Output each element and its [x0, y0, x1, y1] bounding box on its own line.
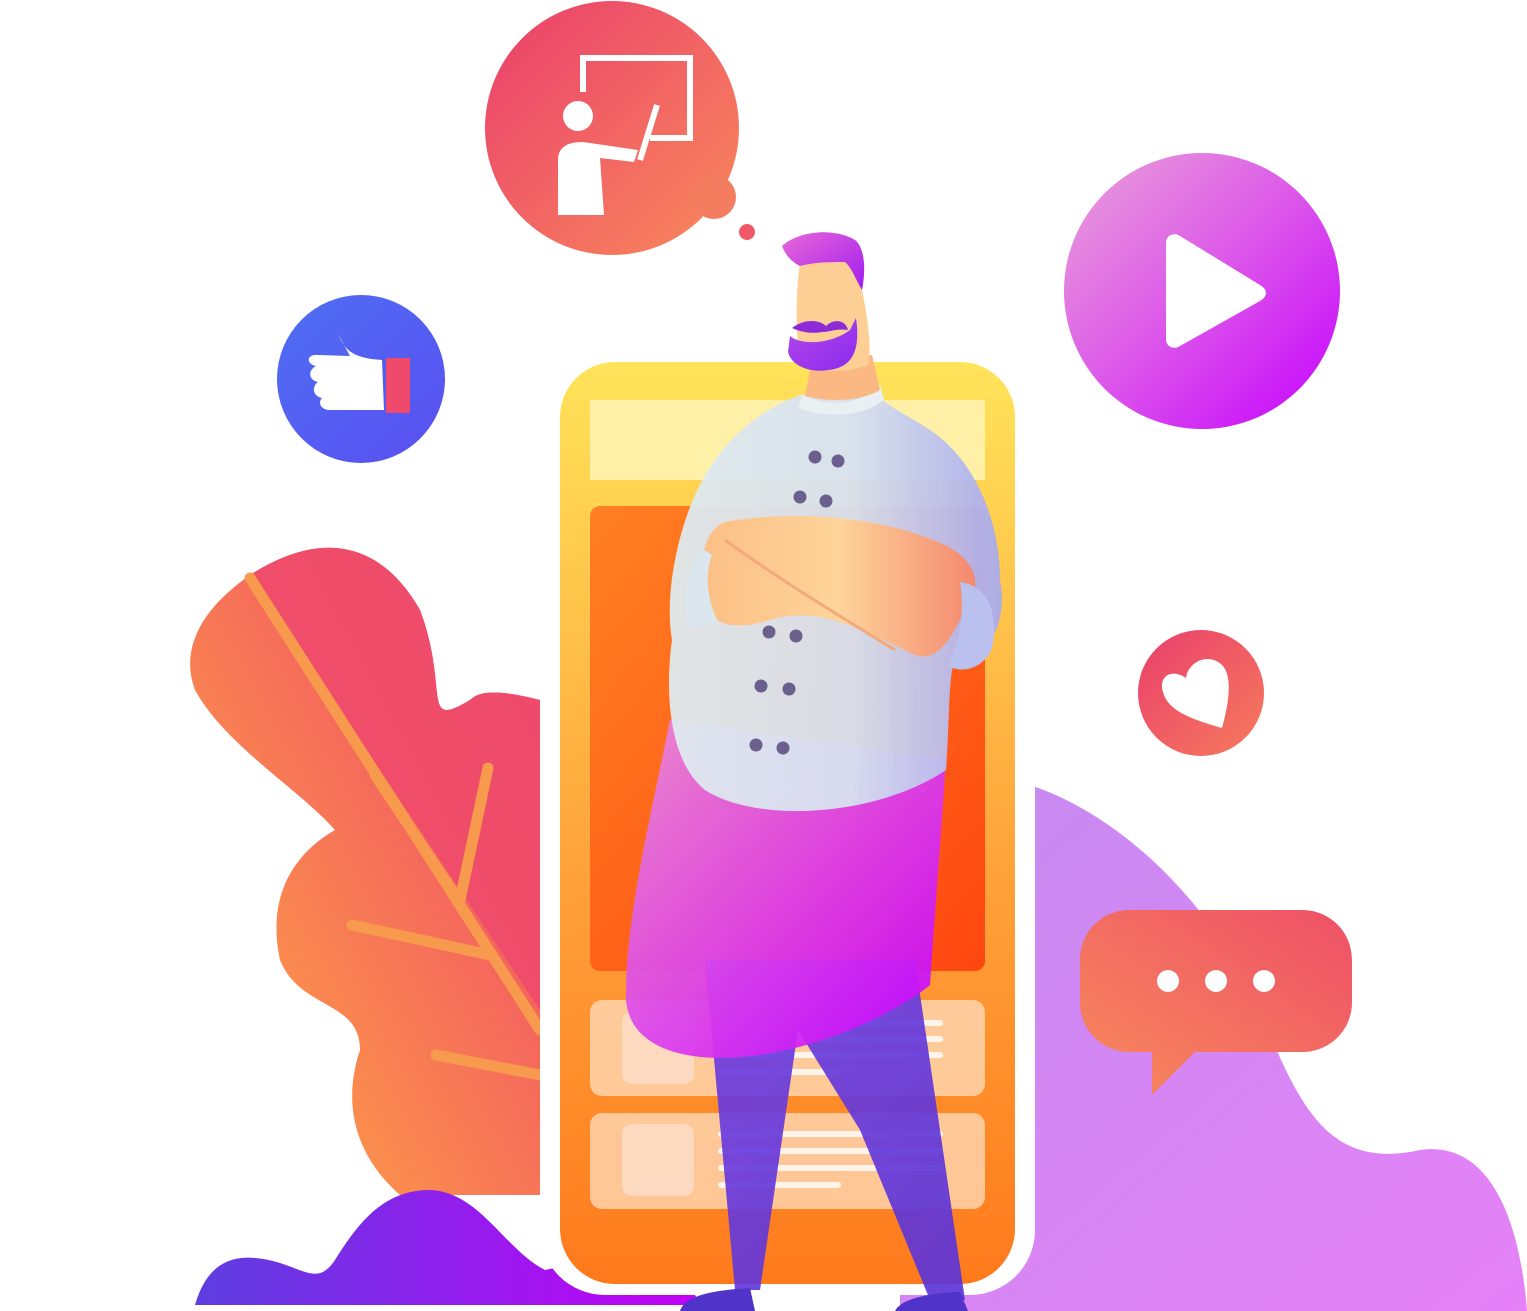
thought-bubble — [485, 1, 755, 255]
thumbs-up-bubble — [277, 295, 445, 463]
thought-bubble-circle — [485, 1, 739, 255]
thought-bubble-dot — [739, 224, 755, 240]
chat-ellipsis-icon — [1157, 970, 1275, 992]
thought-bubble-tail — [692, 175, 736, 219]
play-bubble — [1064, 153, 1340, 429]
list-item-thumbnail — [622, 1124, 694, 1196]
illustration-canvas — [190, 1, 1527, 1311]
heart-bubble — [1138, 630, 1264, 756]
